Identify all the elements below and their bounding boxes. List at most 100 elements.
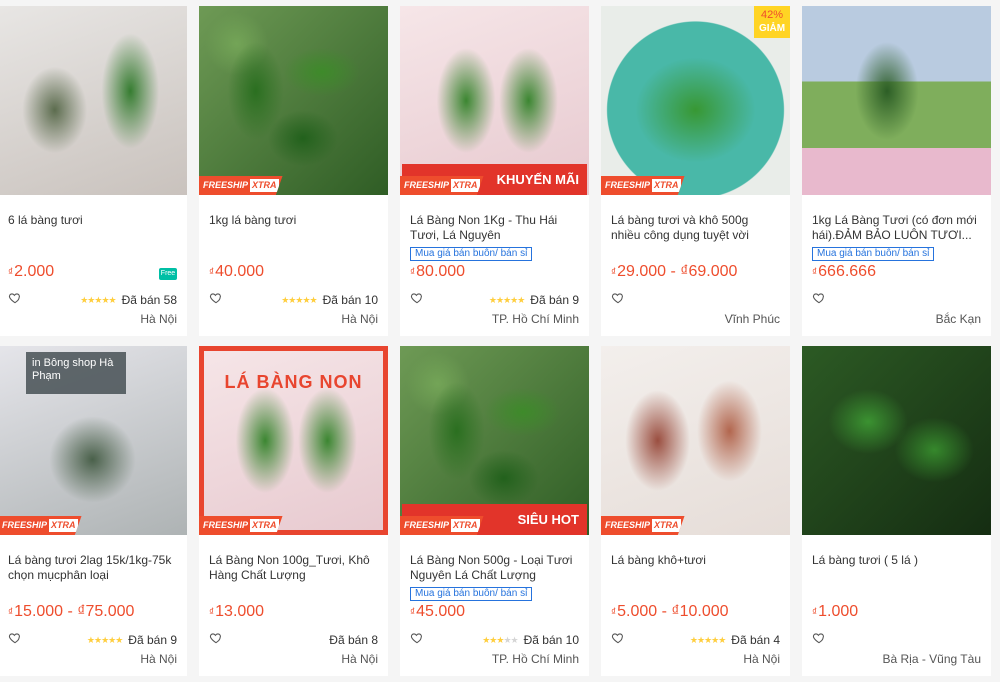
rating-row: ★★★★★ Đã bán 9	[8, 632, 177, 648]
product-price: ₫5.000 - ₫10.000	[611, 603, 729, 620]
rating-stars: ★★★★★	[87, 634, 123, 646]
rating-stars: ★★★★★	[482, 634, 519, 646]
heart-icon[interactable]	[812, 631, 826, 650]
heart-icon[interactable]	[611, 631, 625, 650]
product-location: Hà Nội	[140, 652, 177, 666]
sold-count: Đã bán 10	[322, 293, 378, 307]
rating-stars: ★★★★★	[281, 294, 318, 306]
product-price: ₫15.000 - ₫75.000	[8, 603, 135, 620]
sold-count: Đã bán 8	[329, 633, 378, 647]
heart-icon[interactable]	[209, 631, 223, 650]
product-grid: 6 lá bàng tươi ₫2.000 Free ★★★★★ Đã bán 58 Hà…	[0, 6, 1000, 676]
product-title[interactable]: Lá bàng tươi 2lag 15k/1kg-75k chọn mụcph…	[8, 553, 177, 583]
rating-row: Đã bán 8	[209, 632, 378, 648]
currency-symbol: ₫	[812, 267, 818, 278]
product-photo	[802, 6, 991, 195]
currency-symbol: ₫	[410, 607, 416, 618]
product-image[interactable]: FREESHIP XTRA	[199, 6, 388, 195]
product-image[interactable]: LÁ BÀNG NON FREESHIP XTRA	[199, 346, 388, 535]
product-info: Lá Bàng Non 100g_Tươi, Khô Hàng Chất Lượ…	[199, 535, 388, 583]
product-photo	[601, 346, 790, 535]
heart-icon[interactable]	[209, 291, 223, 310]
rating-row	[812, 632, 981, 648]
product-info: Lá bàng tươi ( 5 lá )	[802, 535, 991, 583]
discount-badge: 42% GIẢM	[754, 6, 790, 38]
product-card[interactable]: LÁ BÀNG NON FREESHIP XTRA Lá Bàng Non 100g_…	[199, 346, 388, 676]
heart-icon[interactable]	[812, 291, 826, 310]
star-icon: ★	[115, 634, 123, 645]
product-title[interactable]: Lá bàng tươi ( 5 lá )	[812, 553, 981, 583]
heart-icon[interactable]	[611, 291, 625, 310]
product-card[interactable]: 6 lá bàng tươi ₫2.000 Free ★★★★★ Đã bán 58 Hà…	[0, 6, 187, 336]
product-image[interactable]: KHUYẾN MÃI FREESHIP XTRA	[400, 6, 589, 195]
discount-label: GIẢM	[758, 23, 786, 34]
currency-symbol: ₫	[209, 267, 215, 278]
product-title[interactable]: Lá Bàng Non 500g - Loại Tươi Nguyên Lá C…	[410, 553, 579, 583]
wholesale-tag: Mua giá bán buôn/ bán sỉ	[812, 247, 935, 261]
product-title[interactable]: Lá Bàng Non 100g_Tươi, Khô Hàng Chất Lượ…	[209, 553, 378, 583]
product-card[interactable]: KHUYẾN MÃI FREESHIP XTRA Lá Bàng Non 1Kg - …	[400, 6, 589, 336]
freeship-badge: FREESHIP XTRA	[0, 516, 82, 535]
product-title[interactable]: 1kg Lá Bàng Tươi (có đơn mới hái).ĐẢM BẢ…	[812, 213, 981, 243]
star-icon: ★	[696, 634, 705, 645]
product-card[interactable]: FREESHIP XTRA 1kg lá bàng tươi ₫40.000 ★★★★★…	[199, 6, 388, 336]
product-location: Vĩnh Phúc	[724, 312, 780, 326]
heart-icon[interactable]	[410, 631, 424, 650]
freeship-badge: FREESHIP XTRA	[199, 176, 283, 195]
star-icon: ★	[101, 294, 109, 305]
star-icon: ★	[302, 294, 310, 305]
product-title[interactable]: Lá bàng tươi và khô 500g nhiều công dụng…	[611, 213, 780, 243]
currency-symbol: ₫	[8, 267, 14, 278]
heart-icon[interactable]	[8, 631, 22, 650]
product-location: TP. Hồ Chí Minh	[491, 312, 579, 326]
star-icon: ★	[517, 294, 525, 305]
product-title[interactable]: 1kg lá bàng tươi	[209, 213, 378, 243]
product-photo	[0, 6, 187, 195]
image-headline: LÁ BÀNG NON	[224, 372, 363, 392]
product-card[interactable]: FREESHIP XTRA Lá bàng khô+tươi ₫5.000 - ₫10…	[601, 346, 790, 676]
product-card[interactable]: 42% GIẢM FREESHIP XTRA Lá bàng tươi và khô 5…	[601, 6, 790, 336]
product-location: Hà Nội	[341, 312, 378, 326]
star-icon: ★	[503, 634, 511, 645]
product-price: ₫666.666	[812, 263, 876, 280]
freeship-badge: FREESHIP XTRA	[601, 176, 685, 195]
freeship-xtra: XTRA	[652, 179, 681, 192]
free-delivery-icon: Free	[159, 268, 177, 280]
product-location: TP. Hồ Chí Minh	[491, 652, 579, 666]
currency-symbol: ₫	[812, 607, 818, 618]
product-card[interactable]: Lá bàng tươi ( 5 lá ) ₫1.000 Bà Rịa - Vũng…	[802, 346, 991, 676]
heart-icon[interactable]	[8, 291, 22, 310]
product-image[interactable]: in Bông shop Hà Phạm FREESHIP XTRA	[0, 346, 187, 535]
product-location: Hà Nội	[140, 312, 177, 326]
freeship-xtra: XTRA	[451, 179, 480, 192]
product-image[interactable]	[802, 6, 991, 195]
wholesale-tag: Mua giá bán buôn/ bán sỉ	[410, 587, 533, 601]
heart-icon[interactable]	[410, 291, 424, 310]
product-title[interactable]: Lá Bàng Non 1Kg - Thu Hái Tươi, Lá Nguyê…	[410, 213, 579, 243]
currency-symbol: ₫	[611, 267, 617, 278]
freeship-xtra: XTRA	[49, 519, 78, 532]
product-image[interactable]: 42% GIẢM FREESHIP XTRA	[601, 6, 790, 195]
freeship-xtra: XTRA	[250, 519, 279, 532]
currency-symbol: ₫	[209, 607, 215, 618]
freeship-xtra: XTRA	[451, 519, 480, 532]
star-icon: ★	[309, 294, 318, 305]
sold-count: Đã bán 4	[731, 633, 780, 647]
rating-row	[611, 292, 780, 308]
product-card[interactable]: SIÊU HOT FREESHIP XTRA Lá Bàng Non 500g - L…	[400, 346, 589, 676]
star-icon: ★	[510, 634, 519, 645]
product-title[interactable]: 6 lá bàng tươi	[8, 213, 177, 243]
product-image[interactable]	[0, 6, 187, 195]
product-card[interactable]: 1kg Lá Bàng Tươi (có đơn mới hái).ĐẢM BẢ…	[802, 6, 991, 336]
product-image[interactable]: FREESHIP XTRA	[601, 346, 790, 535]
rating-stars: ★★★★★	[489, 294, 525, 306]
product-card[interactable]: in Bông shop Hà Phạm FREESHIP XTRA Lá bàng …	[0, 346, 187, 676]
wholesale-tag: Mua giá bán buôn/ bán sỉ	[410, 247, 533, 261]
product-image[interactable]	[802, 346, 991, 535]
rating-row: ★★★★★ Đã bán 10	[410, 632, 579, 648]
product-info: 6 lá bàng tươi	[0, 195, 187, 243]
rating-stars: ★★★★★	[690, 634, 726, 646]
product-title[interactable]: Lá bàng khô+tươi	[611, 553, 780, 583]
image-overlay-note: in Bông shop Hà Phạm	[26, 352, 126, 394]
product-image[interactable]: SIÊU HOT FREESHIP XTRA	[400, 346, 589, 535]
